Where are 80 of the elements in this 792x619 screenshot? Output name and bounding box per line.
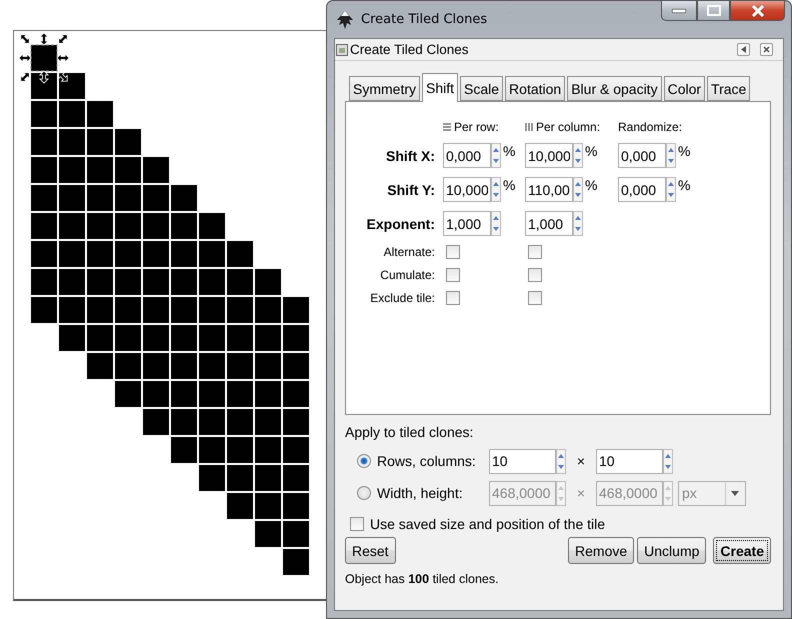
unit-label: % xyxy=(503,143,516,159)
checkbox[interactable] xyxy=(528,291,542,305)
close-icon xyxy=(763,46,770,53)
spin-buttons[interactable] xyxy=(663,448,673,474)
rows-icon xyxy=(443,123,451,131)
row-label: Cumulate: xyxy=(379,268,436,282)
minimize-icon xyxy=(672,8,686,12)
maximize-icon xyxy=(706,5,720,16)
number-field[interactable]: 10,000 xyxy=(525,143,573,168)
number-field[interactable]: 0,000 xyxy=(618,177,666,202)
spin-buttons[interactable] xyxy=(666,177,676,202)
number-field[interactable]: 10,000 xyxy=(443,177,491,202)
radio-button[interactable] xyxy=(357,486,371,500)
column-header: Per row: xyxy=(454,120,499,134)
number-field[interactable]: 1,000 xyxy=(525,211,573,236)
tab[interactable]: Blur & opacity xyxy=(567,76,662,101)
spin-buttons[interactable] xyxy=(573,143,583,168)
window-title: Create Tiled Clones xyxy=(361,12,488,27)
close-panel-button[interactable] xyxy=(760,43,773,56)
columns-icon xyxy=(525,123,533,131)
unit-label: % xyxy=(678,143,690,159)
minimize-button[interactable] xyxy=(661,1,697,21)
spin-buttons[interactable] xyxy=(573,177,583,202)
spin-buttons[interactable] xyxy=(491,177,501,202)
number-field[interactable]: 10 xyxy=(596,448,663,474)
times-sign: × xyxy=(576,453,586,469)
app-icon xyxy=(335,10,355,30)
action-button[interactable]: Unclump xyxy=(637,537,706,564)
triangle-left-icon xyxy=(740,46,747,53)
tab[interactable]: Rotation xyxy=(505,76,566,101)
spin-buttons[interactable] xyxy=(556,448,566,474)
column-header: Randomize: xyxy=(618,120,682,134)
row-label: Shift Y: xyxy=(386,182,436,198)
checkbox[interactable] xyxy=(446,268,460,282)
section-title: Apply to tiled clones: xyxy=(345,424,474,440)
tab[interactable]: Scale xyxy=(460,76,504,101)
collapse-button[interactable] xyxy=(737,43,750,56)
row-label: Exclude tile: xyxy=(369,291,436,305)
dialog-icon xyxy=(336,44,348,56)
number-field[interactable]: 10 xyxy=(489,448,556,474)
close-icon xyxy=(750,4,764,16)
tab[interactable]: Shift xyxy=(422,73,458,102)
action-button[interactable]: Create xyxy=(713,537,771,564)
action-button[interactable]: Remove xyxy=(568,537,634,564)
resize-handles-drawing[interactable] xyxy=(18,32,70,84)
status-text: Object has 100 tiled clones. xyxy=(345,572,500,586)
row-label: Exponent: xyxy=(366,216,436,232)
option-label: Width, height: xyxy=(377,485,464,501)
checkbox-label: Use saved size and position of the tile xyxy=(370,516,606,532)
tab[interactable]: Trace xyxy=(707,76,750,101)
number-field[interactable]: 0,000 xyxy=(618,143,666,168)
tab[interactable]: Symmetry xyxy=(349,76,420,101)
spin-buttons[interactable] xyxy=(491,211,501,236)
panel-title: Create Tiled Clones xyxy=(350,42,470,57)
number-field[interactable]: 1,000 xyxy=(443,211,491,236)
unit-label: % xyxy=(585,177,598,193)
checkbox[interactable] xyxy=(350,517,364,531)
checkbox[interactable] xyxy=(446,245,460,259)
number-field[interactable]: 0,000 xyxy=(443,143,491,168)
spin-buttons[interactable] xyxy=(666,143,676,168)
number-field[interactable]: 110,00 xyxy=(525,177,573,202)
unit-label: % xyxy=(678,177,690,193)
row-label: Alternate: xyxy=(382,245,436,259)
radio-button[interactable] xyxy=(357,454,371,468)
checkbox[interactable] xyxy=(528,268,542,282)
column-header: Per column: xyxy=(536,120,600,134)
action-button[interactable]: Reset xyxy=(345,537,396,564)
selected-tile[interactable] xyxy=(30,44,58,72)
spin-buttons[interactable] xyxy=(491,143,501,168)
tab[interactable]: Color xyxy=(664,76,706,101)
checkbox[interactable] xyxy=(528,245,542,259)
close-button[interactable] xyxy=(730,1,785,21)
unit-label: % xyxy=(503,177,516,193)
option-label: Rows, columns: xyxy=(377,453,477,469)
maximize-button[interactable] xyxy=(697,1,730,21)
spin-buttons[interactable] xyxy=(573,211,583,236)
checkbox[interactable] xyxy=(446,291,460,305)
row-label: Shift X: xyxy=(385,148,436,164)
unit-label: % xyxy=(585,143,598,159)
times-sign: × xyxy=(576,485,586,501)
